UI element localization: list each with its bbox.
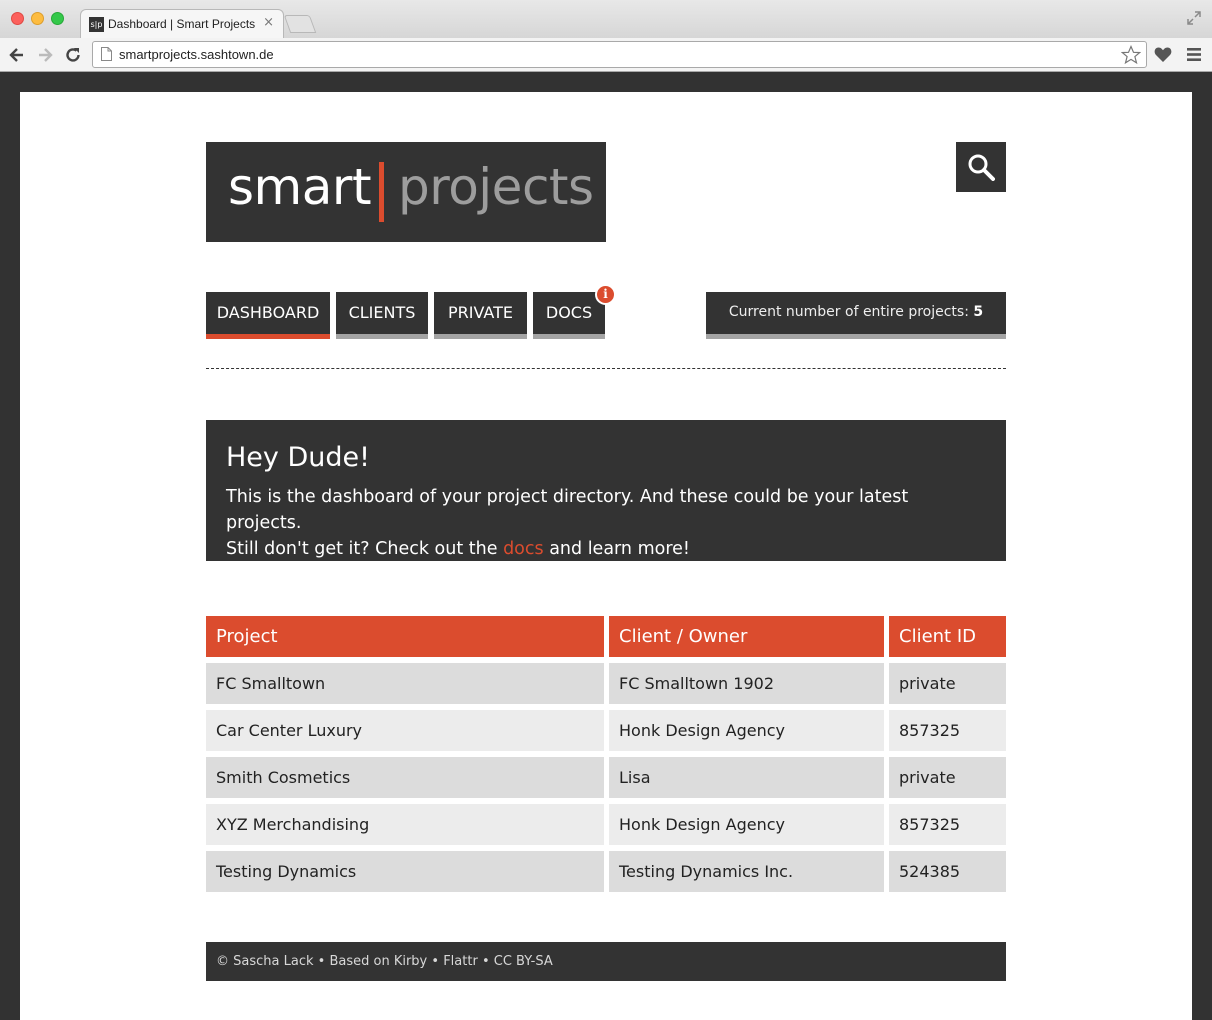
cell-client-id[interactable]: 857325 [889,710,1006,751]
browser-titlebar: s|p Dashboard | Smart Projects × [0,0,1212,39]
project-counter: Current number of entire projects: 5 [706,292,1006,339]
page: smart projects DASHBOARD CLIENTS PRIVATE… [20,92,1192,1020]
cell-client-owner[interactable]: Honk Design Agency [609,710,884,751]
cell-project[interactable]: XYZ Merchandising [206,804,604,845]
minimize-window-button[interactable] [31,12,44,25]
fullscreen-icon[interactable] [1186,10,1202,26]
tab-title: Dashboard | Smart Projects [108,17,256,31]
footer-separator: • [481,954,490,969]
table-row[interactable]: Testing Dynamics Testing Dynamics Inc. 5… [206,851,1006,892]
welcome-box: Hey Dude! This is the dashboard of your … [206,420,1006,561]
table-row[interactable]: Smith Cosmetics Lisa private [206,757,1006,798]
cell-client-id[interactable]: private [889,663,1006,704]
nav-dashboard[interactable]: DASHBOARD [206,292,330,339]
welcome-line-2-start: Still don't get it? Check out the [226,539,498,559]
nav-private[interactable]: PRIVATE [434,292,527,339]
bookmark-star-icon[interactable] [1121,45,1141,65]
logo-divider [379,162,384,222]
footer-separator: • [431,954,440,969]
heart-icon[interactable] [1154,46,1172,63]
logo-text-projects: projects [398,158,594,216]
welcome-title: Hey Dude! [226,442,370,473]
forward-icon[interactable] [35,45,55,65]
back-icon[interactable] [7,45,27,65]
footer-license-link[interactable]: CC BY-SA [494,954,553,969]
url-text: smartprojects.sashtown.de [119,47,274,62]
table-row[interactable]: FC Smalltown FC Smalltown 1902 private [206,663,1006,704]
tab-close-icon[interactable]: × [263,15,274,30]
cell-client-owner[interactable]: Testing Dynamics Inc. [609,851,884,892]
new-tab-button[interactable] [283,15,317,33]
nav-docs[interactable]: DOCS [533,292,605,339]
header-client-owner[interactable]: Client / Owner [609,616,884,657]
logo-text-smart: smart [228,158,372,216]
header-project[interactable]: Project [206,616,604,657]
footer-kirby-link[interactable]: Based on Kirby [329,954,427,969]
welcome-line-1: This is the dashboard of your project di… [226,487,909,533]
browser-tab[interactable]: s|p Dashboard | Smart Projects × [80,9,284,39]
cell-project[interactable]: Smith Cosmetics [206,757,604,798]
table-row[interactable]: Car Center Luxury Honk Design Agency 857… [206,710,1006,751]
counter-value: 5 [973,304,984,320]
close-window-button[interactable] [11,12,24,25]
cell-project[interactable]: Car Center Luxury [206,710,604,751]
header-client-id[interactable]: Client ID [889,616,1006,657]
cell-project[interactable]: Testing Dynamics [206,851,604,892]
cell-client-id[interactable]: private [889,757,1006,798]
docs-link[interactable]: docs [503,539,544,559]
welcome-text: This is the dashboard of your project di… [226,484,986,562]
table-header-row: Project Client / Owner Client ID [206,616,1006,657]
browser-toolbar: smartprojects.sashtown.de [0,38,1212,72]
nav-clients[interactable]: CLIENTS [336,292,428,339]
cell-client-owner[interactable]: Honk Design Agency [609,804,884,845]
table-row[interactable]: XYZ Merchandising Honk Design Agency 857… [206,804,1006,845]
dashed-divider [206,368,1006,369]
favicon-icon: s|p [89,17,104,32]
site-logo[interactable]: smart projects [206,142,606,242]
zoom-window-button[interactable] [51,12,64,25]
search-button[interactable] [956,142,1006,192]
menu-icon[interactable] [1186,47,1202,62]
cell-client-id[interactable]: 857325 [889,804,1006,845]
info-icon[interactable]: i [595,284,616,305]
cell-client-owner[interactable]: Lisa [609,757,884,798]
reload-icon[interactable] [63,45,83,65]
counter-label: Current number of entire projects: [728,304,969,320]
cell-project[interactable]: FC Smalltown [206,663,604,704]
footer: © Sascha Lack • Based on Kirby • Flattr … [206,942,1006,981]
page-icon [101,47,112,61]
footer-copyright: © Sascha Lack [216,954,314,969]
footer-flattr-link[interactable]: Flattr [443,954,478,969]
cell-client-id[interactable]: 524385 [889,851,1006,892]
cell-client-owner[interactable]: FC Smalltown 1902 [609,663,884,704]
footer-separator: • [317,954,326,969]
search-icon [968,154,995,181]
address-bar[interactable]: smartprojects.sashtown.de [92,41,1147,68]
projects-table: Project Client / Owner Client ID FC Smal… [206,616,1006,898]
welcome-line-2-end: and learn more! [549,539,690,559]
